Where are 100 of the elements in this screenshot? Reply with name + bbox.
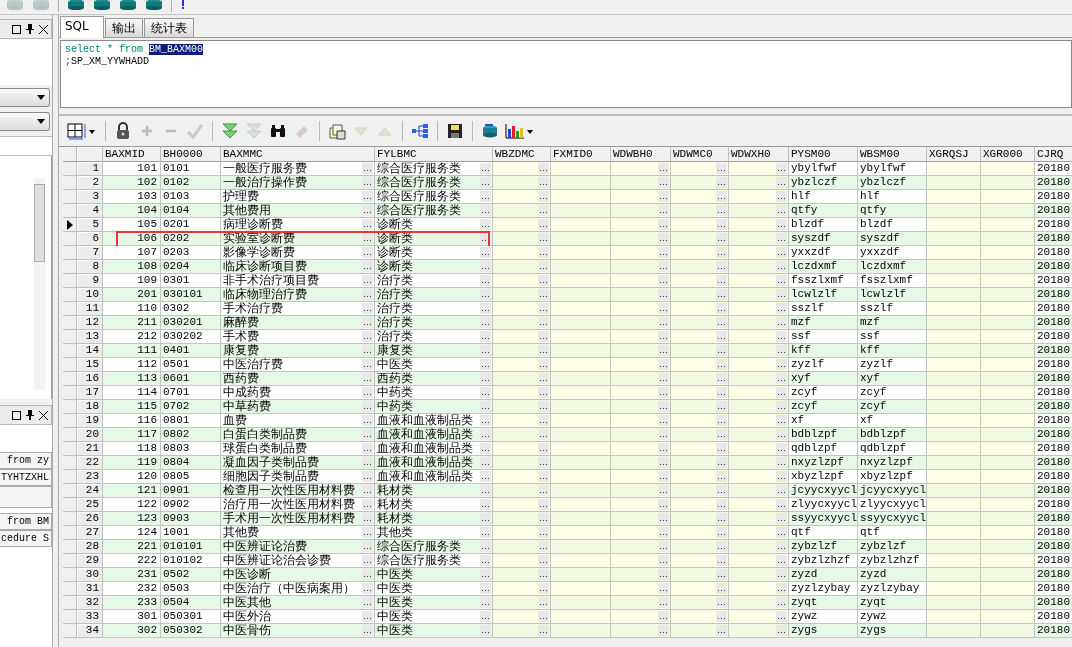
ellipsis-button[interactable]: …: [776, 485, 787, 496]
ellipsis-button[interactable]: …: [776, 499, 787, 510]
ellipsis-button[interactable]: …: [362, 191, 373, 202]
list-item[interactable]: from BM: [0, 513, 52, 530]
column-header[interactable]: WBZDMC: [493, 147, 551, 162]
dropdown[interactable]: [0, 112, 50, 131]
ellipsis-button[interactable]: …: [716, 317, 727, 328]
ellipsis-button[interactable]: …: [658, 247, 669, 258]
grid-icon[interactable]: [67, 122, 97, 140]
ellipsis-button[interactable]: …: [480, 597, 491, 608]
ellipsis-button[interactable]: …: [776, 177, 787, 188]
ellipsis-button[interactable]: …: [480, 555, 491, 566]
ellipsis-button[interactable]: …: [362, 289, 373, 300]
ellipsis-button[interactable]: …: [716, 499, 727, 510]
ellipsis-button[interactable]: …: [538, 205, 549, 216]
ellipsis-button[interactable]: …: [480, 625, 491, 636]
ellipsis-button[interactable]: …: [362, 401, 373, 412]
ellipsis-button[interactable]: …: [658, 625, 669, 636]
ellipsis-button[interactable]: …: [716, 555, 727, 566]
ellipsis-button[interactable]: …: [480, 233, 491, 244]
ellipsis-button[interactable]: …: [362, 345, 373, 356]
ellipsis-button[interactable]: …: [538, 457, 549, 468]
bar-chart-icon[interactable]: [505, 122, 535, 140]
ellipsis-button[interactable]: …: [716, 359, 727, 370]
ellipsis-button[interactable]: …: [658, 415, 669, 426]
ellipsis-button[interactable]: …: [658, 429, 669, 440]
ellipsis-button[interactable]: …: [716, 541, 727, 552]
ellipsis-button[interactable]: …: [480, 583, 491, 594]
ellipsis-button[interactable]: …: [480, 457, 491, 468]
ellipsis-button[interactable]: …: [716, 345, 727, 356]
database-icon[interactable]: [481, 122, 499, 140]
ellipsis-button[interactable]: …: [776, 555, 787, 566]
ellipsis-button[interactable]: …: [480, 275, 491, 286]
ellipsis-button[interactable]: …: [658, 555, 669, 566]
ellipsis-button[interactable]: …: [658, 527, 669, 538]
ellipsis-button[interactable]: …: [538, 303, 549, 314]
ellipsis-button[interactable]: …: [658, 331, 669, 342]
ellipsis-button[interactable]: …: [776, 387, 787, 398]
ellipsis-button[interactable]: …: [716, 163, 727, 174]
ellipsis-button[interactable]: …: [362, 415, 373, 426]
ellipsis-button[interactable]: …: [716, 415, 727, 426]
ellipsis-button[interactable]: …: [776, 219, 787, 230]
tab[interactable]: 输出: [104, 18, 143, 37]
list-item[interactable]: cedure S: [0, 530, 52, 547]
ellipsis-button[interactable]: …: [716, 205, 727, 216]
ellipsis-button[interactable]: …: [776, 247, 787, 258]
scrollbar[interactable]: [34, 178, 45, 390]
maximize-icon[interactable]: [12, 410, 21, 420]
ellipsis-button[interactable]: …: [480, 163, 491, 174]
ellipsis-button[interactable]: …: [538, 247, 549, 258]
ellipsis-button[interactable]: …: [658, 275, 669, 286]
ellipsis-button[interactable]: …: [362, 569, 373, 580]
ellipsis-button[interactable]: …: [538, 513, 549, 524]
column-header[interactable]: WDWXH0: [729, 147, 789, 162]
ellipsis-button[interactable]: …: [362, 555, 373, 566]
ellipsis-button[interactable]: …: [716, 219, 727, 230]
ellipsis-button[interactable]: …: [538, 583, 549, 594]
column-header[interactable]: BAXMMC: [221, 147, 375, 162]
ellipsis-button[interactable]: …: [716, 303, 727, 314]
ellipsis-button[interactable]: …: [658, 177, 669, 188]
ellipsis-button[interactable]: …: [362, 443, 373, 454]
ellipsis-button[interactable]: …: [480, 611, 491, 622]
ellipsis-button[interactable]: …: [658, 163, 669, 174]
ellipsis-button[interactable]: …: [776, 261, 787, 272]
ellipsis-button[interactable]: …: [658, 261, 669, 272]
close-icon[interactable]: [39, 410, 48, 420]
ellipsis-button[interactable]: …: [658, 499, 669, 510]
database-icon[interactable]: [145, 0, 163, 10]
ellipsis-button[interactable]: …: [538, 555, 549, 566]
ellipsis-button[interactable]: …: [480, 261, 491, 272]
documents-icon[interactable]: [328, 122, 346, 140]
ellipsis-button[interactable]: …: [480, 485, 491, 496]
ellipsis-button[interactable]: …: [776, 443, 787, 454]
column-header[interactable]: BAXMID: [103, 147, 161, 162]
ellipsis-button[interactable]: …: [538, 233, 549, 244]
ellipsis-button[interactable]: …: [716, 485, 727, 496]
ellipsis-button[interactable]: …: [658, 583, 669, 594]
ellipsis-button[interactable]: …: [480, 191, 491, 202]
pin-icon[interactable]: [26, 24, 34, 34]
column-header[interactable]: WBSM00: [858, 147, 927, 162]
ellipsis-button[interactable]: …: [658, 513, 669, 524]
ellipsis-button[interactable]: …: [538, 429, 549, 440]
ellipsis-button[interactable]: …: [716, 177, 727, 188]
close-icon[interactable]: [39, 24, 48, 34]
ellipsis-button[interactable]: …: [776, 331, 787, 342]
ellipsis-button[interactable]: …: [658, 289, 669, 300]
ellipsis-button[interactable]: …: [776, 373, 787, 384]
ellipsis-button[interactable]: …: [716, 289, 727, 300]
ellipsis-button[interactable]: …: [716, 527, 727, 538]
ellipsis-button[interactable]: …: [538, 625, 549, 636]
ellipsis-button[interactable]: …: [776, 415, 787, 426]
ellipsis-button[interactable]: …: [776, 401, 787, 412]
ellipsis-button[interactable]: …: [776, 317, 787, 328]
input-field[interactable]: [0, 136, 52, 156]
ellipsis-button[interactable]: …: [776, 611, 787, 622]
ellipsis-button[interactable]: …: [362, 499, 373, 510]
ellipsis-button[interactable]: …: [776, 471, 787, 482]
database-icon[interactable]: [67, 0, 85, 10]
tab[interactable]: SQL: [60, 16, 104, 38]
column-header[interactable]: XGR000: [981, 147, 1035, 162]
